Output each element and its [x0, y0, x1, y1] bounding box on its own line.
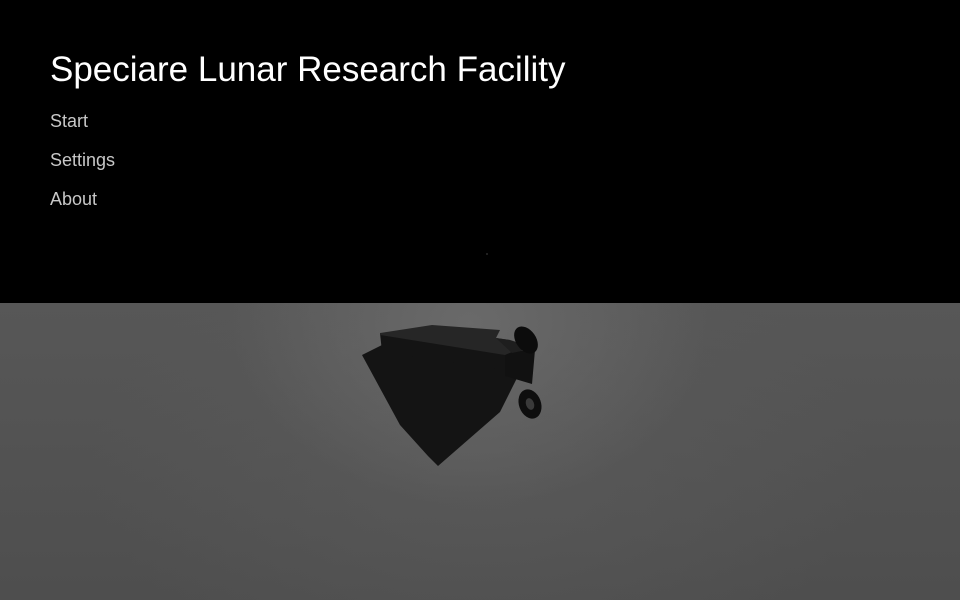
game-title: Speciare Lunar Research Facility [50, 50, 566, 89]
menu-item-start[interactable]: Start [50, 110, 566, 149]
menu-item-label: About [50, 189, 98, 209]
main-menu: Speciare Lunar Research Facility Start S… [50, 48, 566, 227]
menu-item-about[interactable]: About [50, 188, 566, 227]
menu-item-label: Start [50, 111, 89, 131]
game-scene: Speciare Lunar Research Facility Start S… [0, 0, 960, 600]
menu-item-label: Settings [50, 150, 116, 170]
menu-list: Start Settings About [50, 110, 566, 227]
menu-item-settings[interactable]: Settings [50, 149, 566, 188]
